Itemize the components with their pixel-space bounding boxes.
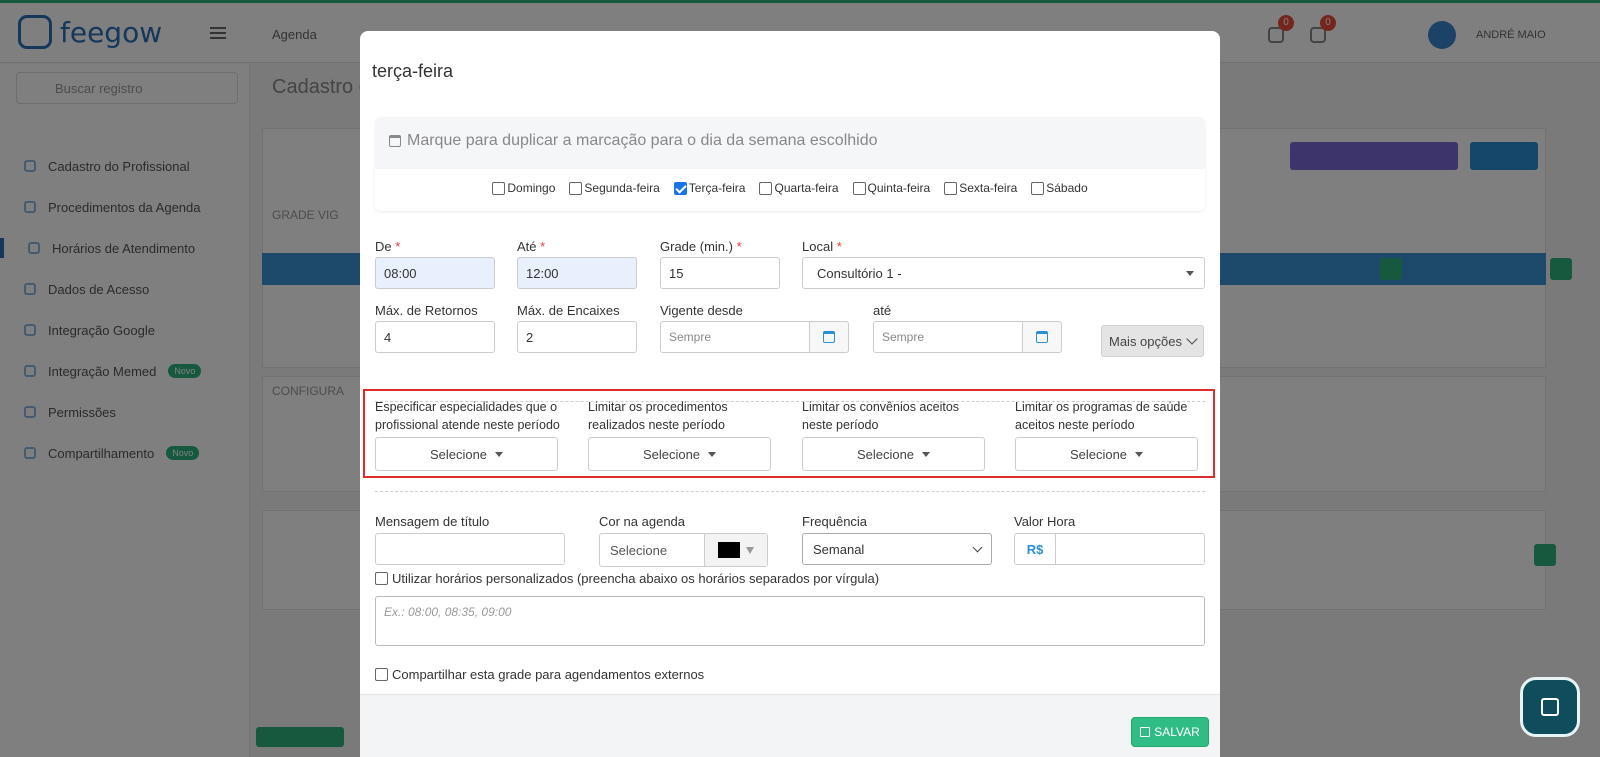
convenios-select-button[interactable]: Selecione: [802, 437, 985, 471]
de-label: De *: [375, 239, 401, 254]
valor-hora-label: Valor Hora: [1014, 514, 1076, 529]
save-icon: [1140, 727, 1151, 737]
divider: [375, 491, 1205, 492]
support-icon: [1541, 698, 1559, 716]
local-label: Local *: [802, 239, 842, 254]
calendar-icon: [1036, 331, 1048, 343]
checkbox[interactable]: [944, 181, 958, 195]
local-select[interactable]: Consultório 1 -: [802, 257, 1205, 289]
limit-convenios-label: Limitar os convênios aceitos neste perío…: [802, 400, 960, 432]
checkbox[interactable]: [759, 181, 773, 195]
limit-programas-label: Limitar os programas de saúde aceitos ne…: [1015, 400, 1188, 432]
day-quarta[interactable]: Quarta-feira: [759, 181, 839, 195]
custom-hours-label: Utilizar horários personalizados (preenc…: [392, 571, 880, 586]
day-sabado[interactable]: Sábado: [1031, 181, 1088, 195]
chevron-down-icon: [972, 542, 983, 552]
select-label: Selecione: [642, 446, 701, 462]
day-terca[interactable]: Terça-feira: [673, 181, 746, 195]
especialidades-select-button[interactable]: Selecione: [375, 437, 558, 471]
chevron-down-icon: [1186, 333, 1198, 345]
programas-select-button[interactable]: Selecione: [1015, 437, 1198, 471]
currency-prefix: R$: [1014, 533, 1056, 565]
day-label: Sábado: [1046, 181, 1088, 195]
color-picker[interactable]: Selecione: [599, 533, 768, 567]
share-grade-label: Compartilhar esta grade para agendamento…: [392, 667, 705, 682]
grade-label: Grade (min.) *: [660, 239, 742, 254]
checkbox[interactable]: [375, 572, 388, 585]
more-options-label: Mais opções: [1109, 333, 1182, 349]
checkbox[interactable]: [375, 668, 388, 681]
more-options-button[interactable]: Mais opções: [1101, 325, 1204, 357]
checkbox[interactable]: [852, 181, 866, 195]
ate-label: Até *: [517, 239, 546, 254]
cor-label: Cor na agenda: [599, 514, 686, 529]
mensagem-label: Mensagem de título: [375, 514, 490, 529]
valor-hora-input[interactable]: [1055, 533, 1205, 565]
checkbox[interactable]: [569, 181, 583, 195]
dropdown-caret-icon: [1186, 270, 1194, 276]
duplicate-header: Marque para duplicar a marcação para o d…: [375, 117, 1205, 169]
modal-title: terça-feira: [372, 61, 454, 81]
ate-date-input[interactable]: Sempre: [873, 321, 1023, 353]
dropdown-caret-icon: [495, 451, 504, 457]
custom-hours-option[interactable]: Utilizar horários personalizados (preenc…: [375, 571, 879, 586]
color-swatch: [718, 542, 740, 558]
share-grade-option[interactable]: Compartilhar esta grade para agendamento…: [375, 667, 704, 682]
grade-input[interactable]: 15: [660, 257, 780, 289]
limit-procedimentos-label: Limitar os procedimentos realizados nest…: [588, 400, 728, 432]
select-label: Selecione: [856, 446, 915, 462]
limit-especialidades-label: Especificar especialidades que o profiss…: [375, 400, 560, 432]
save-label: SALVAR: [1154, 725, 1200, 739]
checkbox[interactable]: [1031, 181, 1045, 195]
select-label: Selecione: [1069, 446, 1128, 462]
day-label: Domingo: [507, 181, 556, 195]
mensagem-input[interactable]: [375, 533, 565, 565]
vigente-calendar-button[interactable]: [809, 321, 849, 353]
day-label: Terça-feira: [688, 181, 746, 195]
color-swatch-button[interactable]: [705, 534, 767, 566]
day-checkboxes: Domingo Segunda-feira Terça-feira Quarta…: [375, 181, 1205, 195]
frequencia-label: Frequência: [802, 514, 868, 529]
local-value: Consultório 1 -: [817, 265, 902, 281]
de-time-input[interactable]: 08:00: [375, 257, 495, 289]
duplicate-days-panel: Marque para duplicar a marcação para o d…: [375, 117, 1205, 211]
day-label: Quarta-feira: [774, 181, 839, 195]
custom-hours-textarea[interactable]: Ex.: 08:00, 08:35, 09:00: [375, 596, 1205, 646]
day-sexta[interactable]: Sexta-feira: [944, 181, 1017, 195]
day-domingo[interactable]: Domingo: [492, 181, 555, 195]
modal-footer: [360, 694, 1220, 757]
day-quinta[interactable]: Quinta-feira: [852, 181, 931, 195]
duplicate-header-text: Marque para duplicar a marcação para o d…: [407, 132, 878, 149]
vigente-label: Vigente desde: [660, 303, 743, 318]
checkbox-checked[interactable]: [673, 181, 687, 195]
color-select-text[interactable]: Selecione: [600, 534, 705, 566]
calendar-icon: [389, 135, 401, 147]
frequencia-value: Semanal: [813, 541, 865, 557]
save-button[interactable]: SALVAR: [1131, 717, 1209, 747]
dropdown-caret-icon: [708, 451, 717, 457]
max-encaixes-label: Máx. de Encaixes: [517, 303, 620, 318]
checkbox[interactable]: [492, 181, 506, 195]
dropdown-caret-icon: [746, 546, 754, 554]
select-label: Selecione: [429, 446, 488, 462]
calendar-icon: [823, 331, 835, 343]
ate-calendar-button[interactable]: [1022, 321, 1062, 353]
ate-time-input[interactable]: 12:00: [517, 257, 637, 289]
day-segunda[interactable]: Segunda-feira: [569, 181, 660, 195]
help-widget-button[interactable]: [1520, 677, 1580, 737]
day-label: Segunda-feira: [584, 181, 660, 195]
dropdown-caret-icon: [922, 451, 931, 457]
max-retornos-label: Máx. de Retornos: [375, 303, 478, 318]
ate-date-label: até: [873, 303, 892, 318]
max-encaixes-input[interactable]: 2: [517, 321, 637, 353]
dropdown-caret-icon: [1135, 451, 1144, 457]
vigente-date-input[interactable]: Sempre: [660, 321, 810, 353]
schedule-modal: terça-feira Marque para duplicar a marca…: [360, 31, 1220, 757]
day-label: Sexta-feira: [959, 181, 1018, 195]
max-retornos-input[interactable]: 4: [375, 321, 495, 353]
day-label: Quinta-feira: [867, 181, 931, 195]
procedimentos-select-button[interactable]: Selecione: [588, 437, 771, 471]
frequencia-select[interactable]: Semanal: [802, 533, 992, 565]
